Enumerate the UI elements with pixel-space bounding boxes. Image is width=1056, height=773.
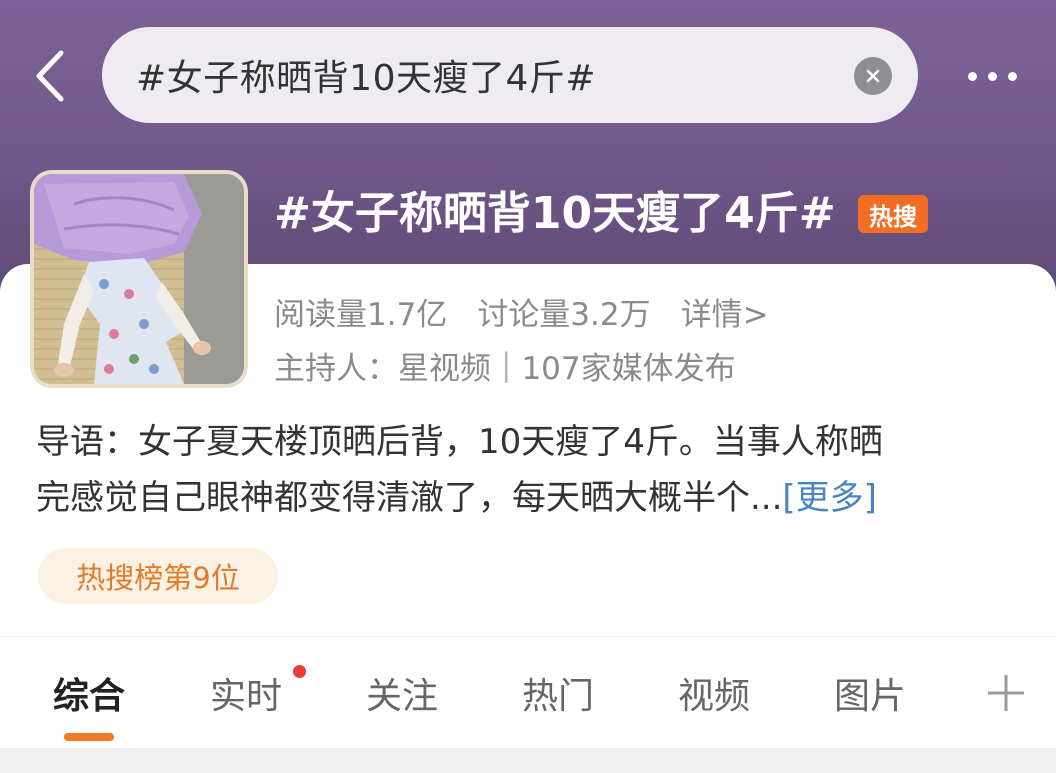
search-bar[interactable]: #女子称晒背10天瘦了4斤# — [102, 27, 918, 123]
separator: | — [501, 347, 512, 383]
tab-popular[interactable]: 热门 — [488, 637, 628, 749]
host-label: 主持人： — [274, 350, 398, 387]
host-name-link[interactable]: 星视频 — [398, 343, 491, 388]
topic-title: #女子称晒背10天瘦了4斤# — [274, 188, 836, 239]
topic-stats: 阅读量1.7亿 讨论量3.2万 详情> — [274, 288, 769, 334]
discussion-count: 讨论量3.2万 — [477, 296, 651, 333]
intro-line-1: 导语：女子夏天楼顶晒后背，10天瘦了4斤。当事人称晒 — [36, 422, 883, 462]
back-button[interactable] — [28, 44, 72, 108]
more-dot-icon — [967, 71, 977, 81]
details-link[interactable]: 详情> — [681, 289, 769, 334]
topic-intro: 导语：女子夏天楼顶晒后背，10天瘦了4斤。当事人称晒 完感觉自己眼神都变得清澈了… — [36, 414, 1026, 526]
tab-following[interactable]: 关注 — [332, 637, 472, 749]
intro-line-2: 完感觉自己眼神都变得清澈了，每天晒大概半个...[更多] — [36, 470, 1026, 526]
more-link[interactable]: [更多] — [782, 478, 877, 518]
hot-rank-badge[interactable]: 热搜榜第9位 — [38, 548, 278, 604]
read-count: 阅读量1.7亿 — [274, 296, 448, 333]
search-query-text: #女子称晒背10天瘦了4斤# — [136, 58, 597, 99]
more-dot-icon — [1007, 71, 1017, 81]
tab-video[interactable]: 视频 — [644, 637, 784, 749]
content-divider — [0, 748, 1056, 773]
notification-dot — [293, 665, 306, 678]
more-dot-icon — [987, 71, 997, 81]
host-info: 主持人： 星视频 | 107家媒体发布 — [274, 342, 736, 388]
tab-images[interactable]: 图片 — [800, 637, 940, 749]
clear-search-button[interactable] — [854, 57, 892, 95]
tab-bar: 综合 实时 关注 热门 视频 图片 — [0, 636, 1056, 748]
chevron-left-icon — [36, 50, 64, 102]
tab-realtime[interactable]: 实时 — [176, 637, 316, 749]
topic-cover-image[interactable] — [30, 170, 248, 388]
cover-photo-illustration — [34, 174, 244, 384]
hot-search-badge: 热搜 — [858, 195, 928, 233]
publisher-count: 107家媒体发布 — [521, 350, 736, 387]
more-options-button[interactable] — [950, 56, 1034, 96]
active-tab-indicator — [64, 733, 114, 741]
intro-line-2-text: 完感觉自己眼神都变得清澈了，每天晒大概半个... — [36, 478, 783, 518]
add-tab-button[interactable] — [980, 667, 1032, 719]
plus-icon — [988, 675, 1024, 711]
close-icon — [866, 69, 880, 83]
